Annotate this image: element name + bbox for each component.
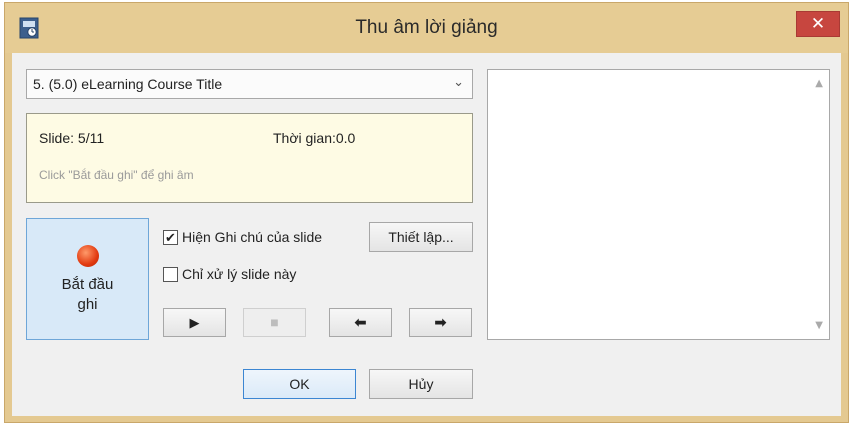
next-slide-button[interactable]: ➡ — [409, 308, 472, 337]
course-select[interactable]: 5. (5.0) eLearning Course Title ⌄ — [26, 69, 473, 99]
start-recording-button[interactable]: Bắt đầu ghi — [26, 218, 149, 340]
start-recording-label: Bắt đầu ghi — [61, 276, 114, 313]
course-select-value: 5. (5.0) eLearning Course Title — [33, 76, 223, 92]
dialog-body: 5. (5.0) eLearning Course Title ⌄ Slide:… — [12, 53, 841, 416]
record-narration-dialog: Thu âm lời giảng ✕ 5. (5.0) eLearning Co… — [4, 2, 849, 423]
cancel-button[interactable]: Hủy — [369, 369, 473, 399]
close-button[interactable]: ✕ — [796, 11, 840, 37]
scroll-up-icon[interactable]: ▲ — [815, 78, 823, 89]
record-hint: Click "Bắt đầu ghi" để ghi âm — [39, 168, 194, 182]
title-bar[interactable]: Thu âm lời giảng ✕ — [5, 3, 848, 53]
this-slide-only-label: Chỉ xử lý slide này — [182, 266, 297, 282]
elapsed-time: Thời gian:0.0 — [273, 130, 356, 146]
slide-counter: Slide: 5/11 — [39, 130, 105, 146]
this-slide-only-option[interactable]: Chỉ xử lý slide này — [163, 266, 296, 282]
previous-slide-button[interactable]: ⬅ — [329, 308, 392, 337]
chevron-down-icon[interactable]: ⌄ — [453, 74, 464, 90]
show-notes-checkbox[interactable]: ✔ — [163, 229, 178, 245]
record-dot-icon — [77, 245, 99, 267]
stop-icon: ■ — [270, 314, 279, 330]
ok-button[interactable]: OK — [243, 369, 356, 399]
arrow-left-icon: ⬅ — [354, 314, 367, 330]
slide-info-panel: Slide: 5/11 Thời gian:0.0 Click "Bắt đầu… — [26, 113, 473, 203]
scroll-down-icon[interactable]: ▼ — [815, 320, 823, 331]
play-icon: ▶ — [189, 315, 200, 330]
stop-button[interactable]: ■ — [243, 308, 306, 337]
show-notes-label: Hiện Ghi chú của slide — [182, 229, 323, 245]
this-slide-only-checkbox[interactable] — [163, 266, 178, 282]
show-notes-option[interactable]: ✔ Hiện Ghi chú của slide — [163, 229, 322, 245]
setup-button[interactable]: Thiết lập... — [369, 222, 473, 252]
arrow-right-icon: ➡ — [434, 314, 447, 330]
slide-notes-textarea[interactable]: ▲ ▼ — [487, 69, 830, 340]
dialog-title: Thu âm lời giảng — [355, 17, 498, 38]
play-button[interactable]: ▶ — [163, 308, 226, 337]
